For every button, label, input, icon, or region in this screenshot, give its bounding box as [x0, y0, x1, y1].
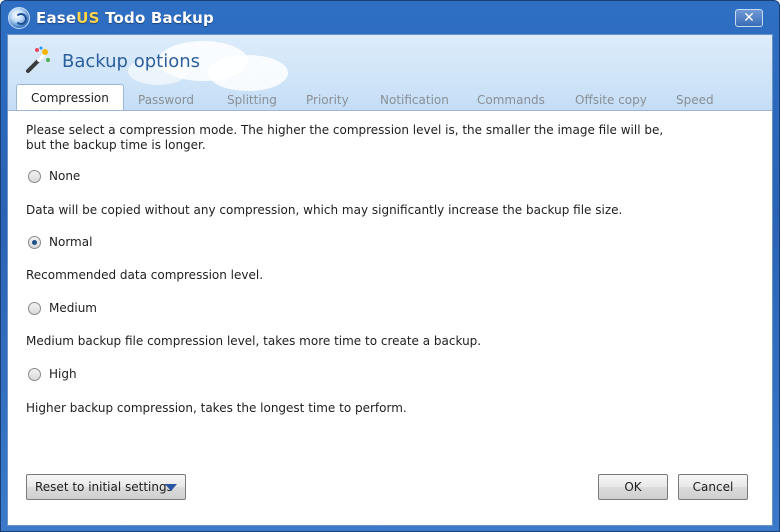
dialog-header: Backup options Compression Password Spli…: [8, 35, 772, 111]
option-none[interactable]: None: [28, 168, 80, 184]
tab-splitting[interactable]: Splitting: [227, 89, 277, 111]
title-bar[interactable]: EaseUS Todo Backup ✕: [1, 1, 779, 34]
ok-button[interactable]: OK: [598, 474, 668, 500]
dialog-title: Backup options: [62, 51, 200, 72]
tab-priority[interactable]: Priority: [306, 89, 349, 111]
app-title: EaseUS Todo Backup: [36, 9, 214, 27]
tab-password[interactable]: Password: [138, 89, 194, 111]
intro-text-line-1: Please select a compression mode. The hi…: [26, 123, 664, 137]
dialog-body: Backup options Compression Password Spli…: [7, 34, 773, 526]
option-high-label: High: [49, 367, 77, 381]
tab-offsite-copy[interactable]: Offsite copy: [575, 89, 647, 111]
radio-normal[interactable]: [28, 235, 41, 249]
option-normal[interactable]: Normal: [28, 234, 92, 250]
reset-settings-button[interactable]: Reset to initial settings: [26, 474, 186, 500]
easeus-logo-icon: [8, 7, 30, 29]
option-normal-label: Normal: [49, 235, 93, 249]
app-window: EaseUS Todo Backup ✕ Backup options Comp…: [0, 0, 780, 532]
intro-text-line-2: but the backup time is longer.: [26, 138, 206, 152]
tab-speed[interactable]: Speed: [676, 89, 714, 111]
option-medium-label: Medium: [49, 301, 97, 315]
option-medium[interactable]: Medium: [28, 300, 97, 316]
option-none-label: None: [49, 169, 81, 183]
option-normal-description: Recommended data compression level.: [26, 268, 264, 282]
reset-settings-label: Reset to initial settings: [35, 480, 173, 494]
tab-commands[interactable]: Commands: [477, 89, 545, 111]
radio-medium[interactable]: [28, 301, 41, 315]
tab-notification[interactable]: Notification: [380, 89, 449, 111]
close-button[interactable]: ✕: [735, 9, 763, 27]
radio-high[interactable]: [28, 367, 41, 381]
option-high[interactable]: High: [28, 366, 77, 382]
dropdown-arrow-icon: [165, 484, 177, 491]
cancel-button[interactable]: Cancel: [678, 474, 748, 500]
tab-compression[interactable]: Compression: [16, 84, 124, 111]
magic-wand-icon: [26, 46, 50, 73]
compression-panel: Please select a compression mode. The hi…: [8, 111, 772, 527]
option-medium-description: Medium backup file compression level, ta…: [26, 334, 482, 348]
tab-strip: Compression Password Splitting Priority …: [8, 84, 772, 111]
option-none-description: Data will be copied without any compress…: [26, 203, 623, 217]
radio-none[interactable]: [28, 169, 41, 183]
option-high-description: Higher backup compression, takes the lon…: [26, 401, 407, 415]
